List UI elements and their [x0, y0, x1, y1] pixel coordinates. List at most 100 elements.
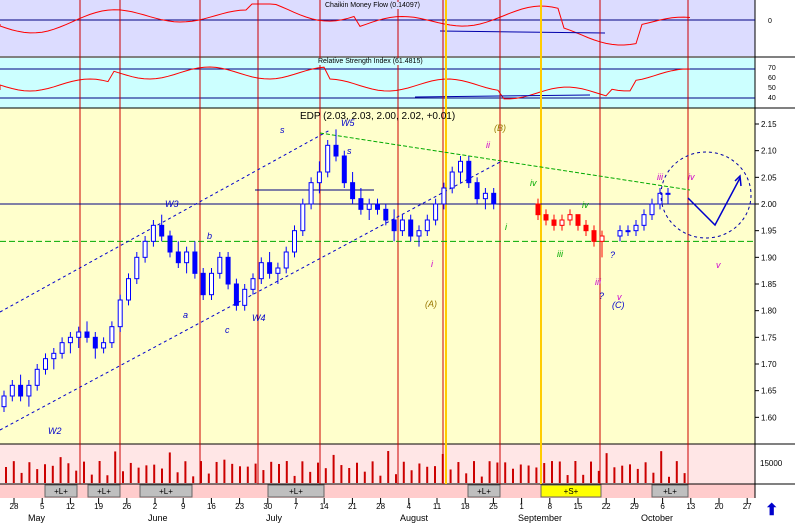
x-day-label: 13 [686, 502, 695, 511]
candle-body [308, 182, 314, 205]
candle-body [482, 192, 488, 200]
candle-body [591, 230, 597, 242]
x-day-label: 30 [263, 502, 272, 511]
candle-body [43, 358, 48, 370]
y-tick-label: 1.85 [761, 280, 777, 289]
candle-body [225, 256, 231, 285]
x-month-label: June [148, 513, 168, 523]
wave-label: b [207, 231, 212, 241]
x-day-label: 27 [743, 502, 752, 511]
candle-body [316, 171, 322, 184]
rsi-tick-label: 70 [768, 65, 776, 72]
y-tick-label: 2.10 [761, 147, 777, 156]
candle-body [109, 326, 115, 344]
candle-body [1, 395, 7, 408]
x-day-label: 26 [122, 502, 131, 511]
x-day-label: 22 [602, 502, 611, 511]
candle-body [583, 224, 589, 232]
candle-body [101, 342, 107, 349]
x-month-label: September [518, 513, 562, 523]
candle-body [449, 171, 455, 189]
wave-label: s [280, 125, 285, 135]
candle-body [192, 251, 198, 274]
right-axis-bg [755, 0, 795, 484]
wave-label: W2 [48, 426, 62, 436]
candle-body [283, 251, 289, 269]
y-tick-label: 1.90 [761, 253, 777, 262]
candle-body [441, 187, 447, 205]
candle-body [84, 331, 90, 338]
candle-body [458, 160, 463, 173]
chart-svg: 2.15 2.10 2.05 2.00 1.95 1.90 1.85 1.80 1.75 1.70… [0, 0, 795, 523]
candle-body [424, 219, 430, 232]
x-month-label: October [641, 513, 673, 523]
x-day-label: 20 [715, 502, 724, 511]
wave-label: iii [657, 172, 664, 182]
rsi-panel [0, 58, 755, 108]
rsi-tick-label: 60 [768, 75, 776, 82]
x-day-label: 12 [66, 502, 75, 511]
chart-title: EDP (2.03, 2.03, 2.00, 2.02, +0.01) [300, 111, 456, 122]
x-day-label: 18 [461, 502, 470, 511]
candle-body [325, 144, 331, 173]
x-day-label: 28 [10, 502, 19, 511]
scroll-up-arrow-icon[interactable]: ⬆ [765, 500, 778, 520]
wave-label: a [183, 310, 188, 320]
signal-label: +L+ [663, 487, 677, 496]
candle-body [617, 230, 623, 237]
candle-body [466, 160, 472, 184]
candle-body [474, 182, 480, 200]
candle-body [350, 182, 356, 200]
wave-label: (B) [494, 123, 506, 133]
candle-body [18, 384, 24, 397]
y-tick-label: 1.80 [761, 307, 777, 316]
wave-label: s [347, 146, 352, 156]
price-panel [0, 108, 755, 444]
y-tick-label: 2.00 [761, 200, 777, 209]
x-day-label: 7 [294, 502, 299, 511]
wave-label: W4 [252, 313, 266, 323]
candle-body [292, 230, 297, 253]
candle-body [9, 384, 15, 397]
y-tick-label: 1.65 [761, 387, 777, 396]
signal-label: +S+ [564, 487, 579, 496]
candle-body [300, 203, 306, 232]
y-tick-label: 2.05 [761, 173, 777, 182]
x-day-label: 21 [348, 502, 357, 511]
candle-body [159, 224, 165, 237]
candle-body [26, 384, 32, 397]
candle-body [175, 251, 181, 264]
candle-body [633, 224, 639, 232]
candle-body [92, 336, 98, 349]
x-day-label: 25 [489, 502, 498, 511]
candle-body [200, 272, 206, 296]
x-day-label: 14 [320, 502, 329, 511]
y-tick-label: 1.70 [761, 360, 777, 369]
candle-body [341, 155, 347, 184]
x-month-label: May [28, 513, 46, 523]
volume-panel [0, 444, 755, 484]
x-day-label: 1 [519, 502, 524, 511]
x-day-label: 8 [548, 502, 553, 511]
candle-body [358, 198, 364, 210]
y-tick-label: 2.15 [761, 120, 777, 129]
candle-body [217, 256, 223, 274]
wave-label: iii [557, 249, 564, 259]
wave-label: iv [530, 178, 537, 188]
candle-body [258, 262, 264, 280]
candle-body [167, 235, 173, 253]
candle-body [366, 203, 372, 210]
wave-label: iv [688, 172, 695, 182]
candle-body [543, 214, 549, 221]
x-month-label: July [266, 513, 283, 523]
candle-body [233, 283, 239, 306]
candle-body [649, 203, 655, 216]
rsi-tick-label: 50 [768, 85, 776, 92]
rsi-tick-label: 40 [768, 95, 776, 102]
x-day-label: 16 [207, 502, 216, 511]
x-day-label: 19 [94, 502, 103, 511]
signal-label: +L+ [97, 487, 111, 496]
candle-body [142, 240, 148, 258]
candle-body [433, 203, 439, 221]
candle-body [375, 203, 380, 210]
